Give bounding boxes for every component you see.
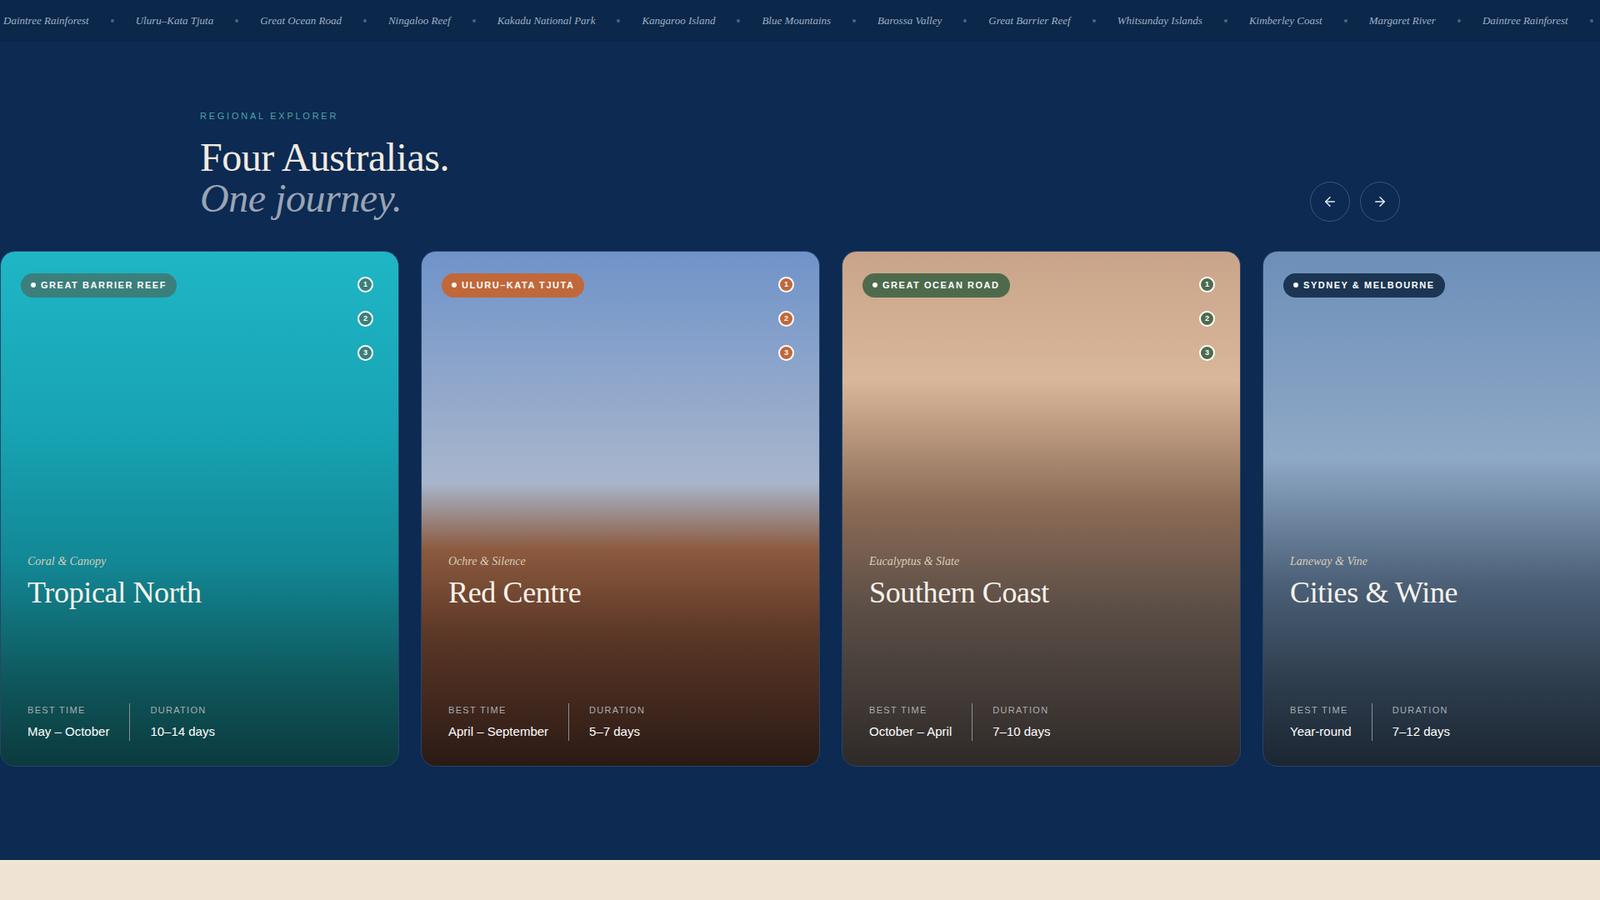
ticker-dot (1224, 19, 1228, 23)
card-stat: DURATION10–14 days (129, 703, 215, 741)
card-track: GREAT BARRIER REEF 1 2 3 Coral & Canopy Tropi… (0, 250, 1600, 767)
next-button[interactable] (1360, 181, 1400, 222)
ticker-item: Great Ocean Road (260, 12, 342, 30)
ticker-dot (1590, 19, 1594, 23)
card-tagline: Eucalyptus & Slate (869, 552, 1214, 570)
ticker-dot (852, 19, 856, 23)
ticker-dot (363, 19, 367, 23)
page: Daintree Rainforest Uluru–Kata Tjuta Great… (0, 0, 1600, 900)
card-stats: BEST TIMEYear-roundDURATION7–12 days (1290, 703, 1600, 741)
ticker-dot (963, 19, 967, 23)
card-tagline: Coral & Canopy (27, 552, 372, 570)
card-stat: DURATION7–10 days (971, 703, 1050, 741)
ticker-item: Kakadu National Park (497, 12, 596, 30)
stop-marker[interactable]: 2 (778, 310, 795, 327)
region-badge: GREAT BARRIER REEF (20, 273, 177, 298)
arrow-right-icon (1372, 194, 1388, 210)
prev-button[interactable] (1310, 181, 1350, 222)
stop-marker[interactable]: 1 (1199, 276, 1215, 293)
card-title: Cities & Wine (1290, 575, 1600, 610)
region-badge: SYDNEY & MELBOURNE (1283, 273, 1445, 298)
region-badge: ULURU–KATA TJUTA (441, 273, 585, 298)
ticker-dot (1092, 19, 1096, 23)
eyebrow: REGIONAL EXPLORER (200, 110, 450, 122)
ticker-dot (1344, 19, 1348, 23)
region-card[interactable]: GREAT OCEAN ROAD 1 2 3 Eucalyptus & Slate Sou… (841, 250, 1241, 767)
stop-marker[interactable]: 1 (357, 276, 374, 293)
ticker-dot (472, 19, 476, 23)
ticker-item: Daintree Rainforest (1482, 12, 1569, 30)
stop-marker[interactable]: 2 (357, 310, 374, 327)
card-stat: BEST TIMEOctober – April (869, 703, 972, 741)
card-stat: BEST TIMEApril – September (448, 703, 569, 741)
ticker-dot (110, 19, 115, 23)
region-badge: GREAT OCEAN ROAD (862, 273, 1010, 298)
card-tagline: Laneway & Vine (1290, 552, 1600, 570)
card-stat: BEST TIMEMay – October (27, 703, 130, 741)
regional-explorer: REGIONAL EXPLORER Four Australias.One jou… (0, 41, 1600, 860)
section-header: REGIONAL EXPLORER Four Australias.One jou… (0, 110, 1600, 219)
card-stat: BEST TIMEYear-round (1290, 703, 1372, 741)
ticker-item: Margaret River (1369, 12, 1436, 30)
card-title: Tropical North (27, 575, 372, 610)
ticker-dot (235, 19, 239, 23)
card-stats: BEST TIMEApril – SeptemberDURATION5–7 da… (448, 703, 793, 741)
stop-marker[interactable]: 3 (778, 345, 795, 361)
ticker-dot (616, 19, 620, 23)
region-card[interactable]: GREAT BARRIER REEF 1 2 3 Coral & Canopy Tropi… (0, 250, 400, 767)
section-subtitle: One journey. (200, 177, 450, 219)
ticker: Daintree Rainforest Uluru–Kata Tjuta Great… (0, 0, 1600, 42)
next-section (0, 860, 1600, 900)
card-title: Red Centre (448, 575, 793, 610)
ticker-dot (736, 19, 740, 23)
ticker-item: Uluru–Kata Tjuta (135, 12, 215, 30)
card-stat: DURATION5–7 days (568, 703, 645, 741)
ticker-item: Barossa Valley (877, 12, 942, 30)
card-stats: BEST TIMEOctober – AprilDURATION7–10 day… (869, 703, 1214, 741)
card-stat: DURATION7–12 days (1371, 703, 1450, 741)
section-title: Four Australias. (200, 136, 450, 178)
card-stats: BEST TIMEMay – OctoberDURATION10–14 days (27, 703, 372, 741)
stop-marker[interactable]: 1 (778, 276, 795, 293)
arrow-left-icon (1322, 194, 1338, 210)
ticker-dot (1457, 19, 1461, 23)
ticker-item: Whitsunday Islands (1117, 12, 1203, 30)
ticker-item: Ningaloo Reef (388, 12, 451, 30)
ticker-item: Great Barrier Reef (988, 12, 1070, 30)
ticker-item: Blue Mountains (761, 12, 831, 30)
card-title: Southern Coast (869, 575, 1214, 610)
region-card[interactable]: ULURU–KATA TJUTA 1 2 3 Ochre & Silence Red Ce… (420, 250, 820, 767)
ticker-item: Kimberley Coast (1249, 12, 1323, 30)
card-tagline: Ochre & Silence (448, 552, 793, 570)
stop-marker[interactable]: 2 (1199, 310, 1215, 327)
stop-marker[interactable]: 3 (1199, 345, 1215, 361)
ticker-item: Daintree Rainforest (3, 12, 90, 30)
region-card[interactable]: SYDNEY & MELBOURNE Laneway & Vine Cities &… (1262, 250, 1600, 767)
ticker-item: Kangaroo Island (641, 12, 715, 30)
stop-marker[interactable]: 3 (357, 345, 374, 361)
